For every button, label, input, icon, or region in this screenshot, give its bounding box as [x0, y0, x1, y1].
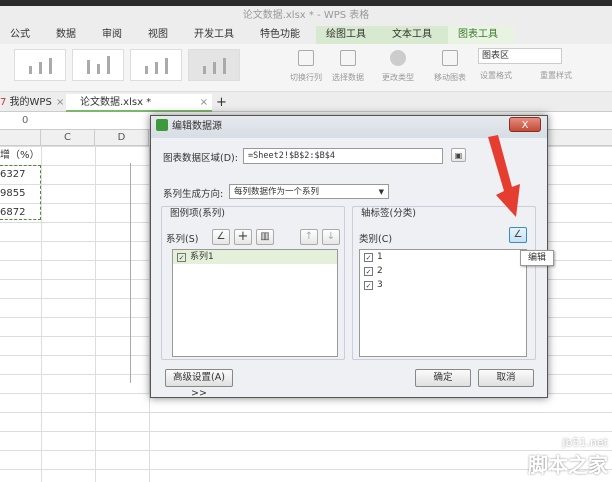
menu-review[interactable]: 审阅: [92, 26, 138, 44]
move-up-icon[interactable]: ↑: [300, 229, 318, 245]
formula-value: 0: [22, 115, 29, 126]
legend-group-label: 图例项(系列): [170, 208, 225, 219]
direction-select[interactable]: 每列数据作为一个系列 ▼: [229, 184, 389, 199]
column-d[interactable]: D: [95, 130, 149, 146]
chevron-down-icon: ▼: [378, 188, 384, 196]
menu-drawing-tools[interactable]: 绘图工具: [316, 26, 382, 44]
checkbox[interactable]: ✓: [364, 280, 373, 290]
move-chart-button[interactable]: 移动图表: [430, 48, 470, 83]
legend-group: 图例项(系列) 系列(S) ∠ + ▥ ↑ ↓ ✓ 系列1: [161, 206, 345, 360]
close-button[interactable]: X: [509, 117, 541, 132]
chart-style-1[interactable]: [14, 49, 66, 81]
menu-formula[interactable]: 公式: [0, 26, 46, 44]
delete-series-icon[interactable]: ▥: [256, 229, 274, 245]
direction-label: 系列生成方向:: [163, 189, 224, 200]
list-item[interactable]: ✓ 3: [360, 278, 526, 292]
menu-view[interactable]: 视图: [138, 26, 184, 44]
column-c[interactable]: C: [41, 130, 95, 146]
select-data-button[interactable]: 选择数据: [328, 48, 368, 83]
advanced-settings-button[interactable]: 高级设置(A) >>: [165, 369, 233, 399]
watermark: jb51.net 脚本之家: [528, 436, 608, 477]
chart-element-select[interactable]: 图表区: [478, 48, 562, 64]
chart-style-3[interactable]: [130, 49, 182, 81]
range-input[interactable]: =Sheet2!$B$2:$B$4: [243, 148, 443, 164]
pie-icon: [390, 50, 406, 66]
tab-close[interactable]: ×: [56, 94, 64, 112]
select-data-icon: [340, 50, 356, 66]
add-series-button[interactable]: +: [234, 229, 252, 245]
checkbox[interactable]: ✓: [177, 252, 186, 262]
menu-text-tools[interactable]: 文本工具: [382, 26, 448, 44]
axis-group-label: 轴标签(分类): [361, 208, 416, 219]
series-label: 系列(S): [166, 234, 199, 245]
switch-icon: [298, 50, 314, 66]
file-tab-close[interactable]: ×: [200, 94, 208, 112]
add-tab-button[interactable]: +: [216, 94, 227, 112]
list-item[interactable]: ✓ 2: [360, 264, 526, 278]
dialog-title: 编辑数据源: [172, 121, 222, 132]
tab-file[interactable]: 论文数据.xlsx * ×: [66, 94, 212, 112]
document-tabs: 7 我的WPS × 论文数据.xlsx * × +: [0, 92, 612, 112]
list-item[interactable]: ✓ 1: [360, 250, 526, 264]
ok-button[interactable]: 确定: [415, 369, 471, 387]
cell[interactable]: 增（%）: [0, 146, 40, 165]
selection-range: [0, 165, 41, 220]
axis-label-group: 轴标签(分类) 类别(C) ∠ ✓ 1 ✓ 2 ✓ 3: [352, 206, 536, 360]
range-label: 图表数据区域(D):: [163, 153, 238, 164]
cancel-button[interactable]: 取消: [478, 369, 534, 387]
chart-style-4[interactable]: [188, 49, 240, 81]
menu-developer[interactable]: 开发工具: [184, 26, 250, 44]
list-item[interactable]: ✓ 系列1: [173, 250, 337, 264]
chart-frame[interactable]: [130, 163, 150, 383]
checkbox[interactable]: ✓: [364, 266, 373, 276]
change-type-button[interactable]: 更改类型: [378, 48, 418, 83]
menu-features[interactable]: 特色功能: [250, 26, 316, 44]
ribbon: 切换行列 选择数据 更改类型 移动图表 图表区 设置格式 重置样式: [0, 44, 612, 92]
red-arrow-annotation: [488, 135, 520, 217]
checkbox[interactable]: ✓: [364, 252, 373, 262]
series-list[interactable]: ✓ 系列1: [172, 249, 338, 357]
set-format-button[interactable]: 设置格式: [480, 70, 512, 81]
menu-chart-tools[interactable]: 图表工具: [448, 26, 514, 44]
wps-icon: [156, 119, 168, 131]
move-down-icon[interactable]: ↓: [322, 229, 340, 245]
chart-style-2[interactable]: [72, 49, 124, 81]
edit-category-button[interactable]: ∠: [509, 227, 527, 243]
edit-tooltip: 编辑: [520, 250, 554, 266]
menu-bar: 公式 数据 审阅 视图 开发工具 特色功能 绘图工具 文本工具 图表工具: [0, 26, 612, 44]
category-label: 类别(C): [359, 234, 393, 245]
tab-my-wps[interactable]: 7 我的WPS: [0, 94, 52, 112]
move-chart-icon: [442, 50, 458, 66]
window-title: 论文数据.xlsx * - WPS 表格: [0, 6, 612, 26]
switch-row-col-button[interactable]: 切换行列: [286, 48, 326, 83]
category-list[interactable]: ✓ 1 ✓ 2 ✓ 3: [359, 249, 527, 357]
edit-series-button[interactable]: ∠: [212, 229, 230, 245]
menu-data[interactable]: 数据: [46, 26, 92, 44]
reset-format-button[interactable]: 重置样式: [540, 70, 572, 81]
range-picker-icon[interactable]: ▣: [451, 148, 466, 162]
